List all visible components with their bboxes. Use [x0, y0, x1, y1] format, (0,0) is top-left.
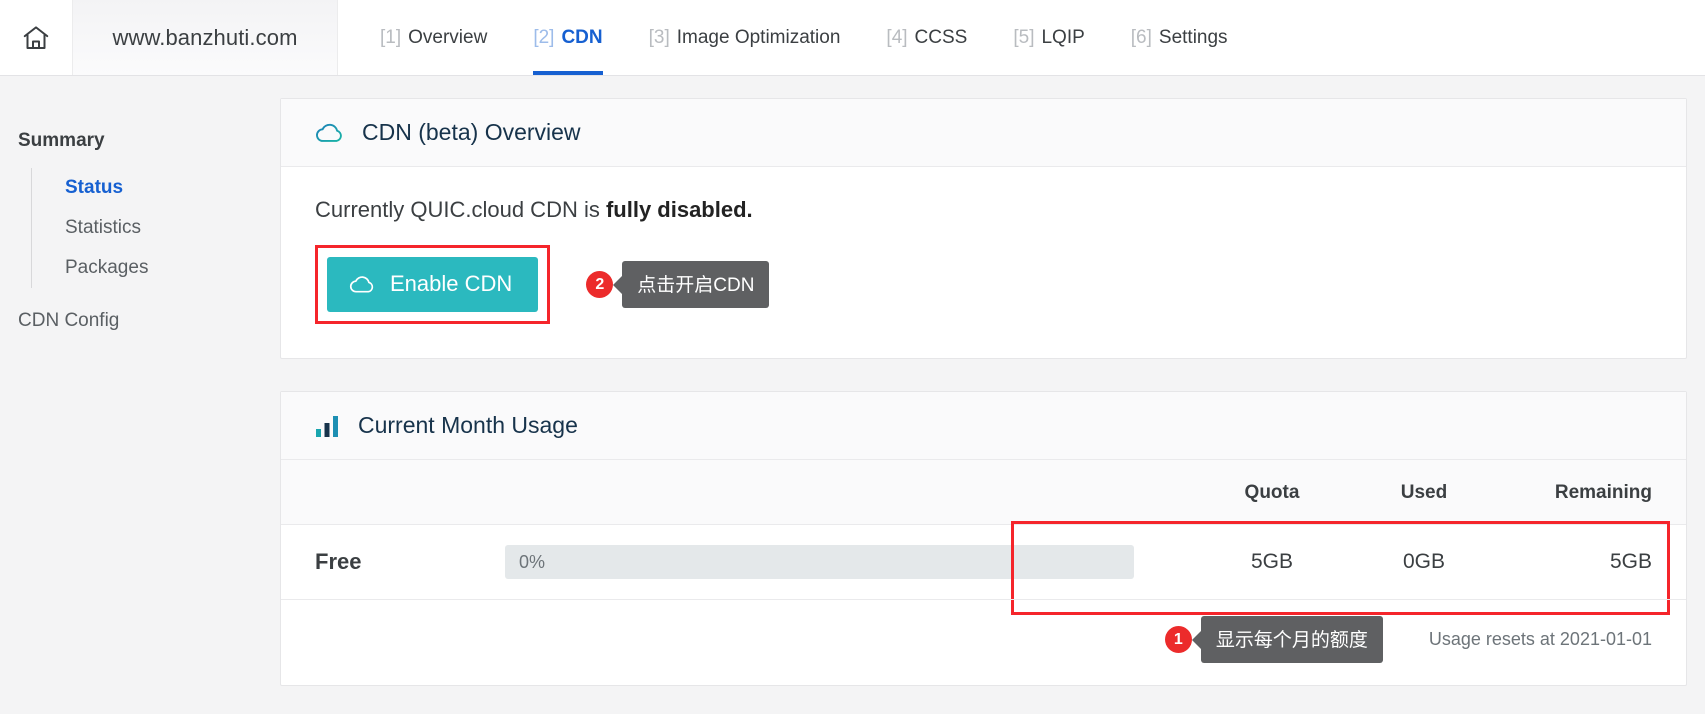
tab-settings-number: [6]: [1130, 26, 1152, 48]
tab-image-optimization-number: [3]: [648, 26, 670, 48]
usage-col-bar-header: [505, 482, 1196, 504]
tab-image-optimization-label: Image Optimization: [676, 26, 841, 48]
sidebar-item-status[interactable]: Status: [32, 168, 280, 208]
cloud-icon: [315, 121, 345, 145]
site-name-label: www.banzhuti.com: [112, 24, 298, 50]
site-name-cell[interactable]: www.banzhuti.com: [72, 0, 338, 75]
tab-overview-label: Overview: [408, 26, 488, 48]
sidebar-submenu: Status Statistics Packages: [31, 168, 280, 288]
tab-settings-label: Settings: [1158, 26, 1228, 48]
page-body: Summary Status Statistics Packages CDN C…: [0, 76, 1705, 714]
usage-progress-wrap: 0%: [505, 545, 1196, 579]
sidebar-item-packages[interactable]: Packages: [32, 248, 280, 288]
home-button[interactable]: [0, 0, 72, 75]
enable-cdn-callout: 2 点击开启CDN: [586, 261, 770, 308]
cdn-status-state: fully disabled.: [605, 197, 753, 222]
sidebar-item-cdn-config[interactable]: CDN Config: [18, 310, 280, 332]
usage-remaining-value: 5GB: [1609, 550, 1652, 573]
usage-table-header: Quota Used Remaining: [281, 460, 1686, 525]
tab-overview-number: [1]: [380, 26, 402, 48]
tab-cdn[interactable]: [2] CDN: [533, 0, 603, 75]
tab-lqip[interactable]: [5] LQIP: [1013, 0, 1084, 75]
current-month-usage-card: Current Month Usage Quota Used Remaining…: [280, 391, 1687, 686]
usage-card-title: Current Month Usage: [358, 412, 578, 438]
usage-reset-text: Usage resets at 2021-01-01: [1428, 629, 1652, 649]
table-row: Free 0% 5GB 0GB 5GB: [281, 521, 1686, 615]
cdn-status-text: Currently QUIC.cloud CDN is fully disabl…: [315, 197, 1652, 223]
callout-badge-1: 1: [1164, 626, 1192, 653]
cloud-icon: [349, 274, 376, 295]
cdn-overview-header: CDN (beta) Overview: [281, 99, 1686, 167]
usage-table-footer: 1 显示每个月的额度 Usage resets at 2021-01-01: [281, 599, 1686, 685]
main-content: CDN (beta) Overview Currently QUIC.cloud…: [280, 76, 1705, 714]
enable-cdn-row: Enable CDN 2 点击开启CDN: [315, 245, 1652, 324]
cdn-overview-title: CDN (beta) Overview: [362, 119, 581, 145]
sidebar: Summary Status Statistics Packages CDN C…: [0, 76, 280, 714]
usage-card-header: Current Month Usage: [281, 392, 1686, 460]
callout-bubble-1: 显示每个月的额度: [1200, 616, 1383, 663]
enable-cdn-annotation-box: Enable CDN: [315, 245, 551, 324]
tab-image-optimization[interactable]: [3] Image Optimization: [649, 0, 841, 75]
callout-badge-2: 2: [586, 271, 614, 298]
usage-plan-name: Free: [315, 549, 362, 574]
usage-col-remaining-header: Remaining: [1554, 482, 1652, 503]
callout-bubble-2: 点击开启CDN: [622, 261, 770, 308]
tab-overview[interactable]: [1] Overview: [380, 0, 487, 75]
usage-progress-bar: 0%: [505, 545, 1134, 579]
top-navigation-bar: www.banzhuti.com [1] Overview [2] CDN [3…: [0, 0, 1705, 76]
tab-bar: [1] Overview [2] CDN [3] Image Optimizat…: [338, 0, 1274, 75]
tab-lqip-number: [5]: [1013, 26, 1035, 48]
enable-cdn-button[interactable]: Enable CDN: [327, 257, 539, 312]
usage-progress-label: 0%: [519, 551, 546, 572]
enable-cdn-button-label: Enable CDN: [390, 271, 513, 296]
tab-cdn-number: [2]: [533, 26, 555, 48]
cdn-overview-card: CDN (beta) Overview Currently QUIC.cloud…: [280, 98, 1687, 359]
tab-settings[interactable]: [6] Settings: [1131, 0, 1228, 75]
tab-cdn-label: CDN: [561, 26, 603, 48]
tab-lqip-label: LQIP: [1041, 26, 1085, 48]
usage-col-quota-header: Quota: [1244, 482, 1300, 503]
sidebar-item-statistics[interactable]: Statistics: [32, 208, 280, 248]
cdn-status-prefix: Currently QUIC.cloud CDN is: [315, 197, 606, 222]
cdn-overview-body: Currently QUIC.cloud CDN is fully disabl…: [281, 167, 1686, 358]
tab-ccss[interactable]: [4] CCSS: [886, 0, 967, 75]
usage-used-value: 0GB: [1402, 550, 1446, 573]
usage-quota-value: 5GB: [1250, 550, 1294, 573]
home-icon: [21, 23, 51, 53]
bar-chart-icon: [315, 414, 341, 438]
usage-col-plan-header: [315, 482, 505, 504]
tab-ccss-number: [4]: [886, 26, 908, 48]
usage-col-used-header: Used: [1400, 482, 1448, 503]
usage-callout: 1 显示每个月的额度: [1164, 616, 1383, 663]
tab-ccss-label: CCSS: [914, 26, 968, 48]
sidebar-heading-summary: Summary: [18, 130, 105, 151]
